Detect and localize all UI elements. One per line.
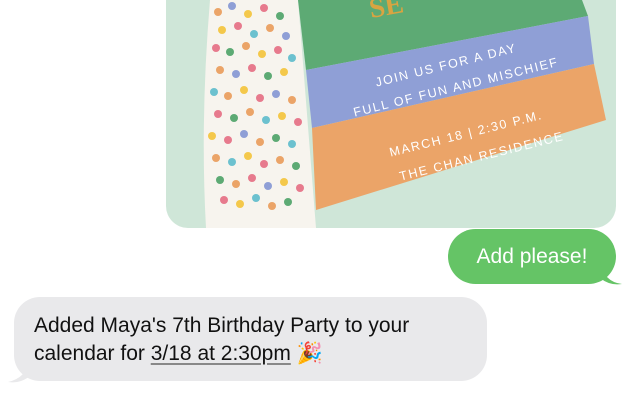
- outgoing-message-bubble[interactable]: Add please!: [448, 229, 616, 284]
- outgoing-message-text: Add please!: [476, 245, 588, 268]
- invitation-text: JOIN US FOR A DAY FULL OF FUN AND MISCHI…: [166, 0, 616, 228]
- date-link[interactable]: 3/18 at 2:30pm: [151, 342, 291, 365]
- outgoing-bubble-tail: [600, 262, 622, 285]
- incoming-bubble-tail: [8, 360, 30, 383]
- party-popper-icon: 🎉: [296, 342, 323, 365]
- invitation-image[interactable]: SE JOIN US FOR A DAY FULL OF FUN AND MIS…: [166, 0, 616, 228]
- incoming-message-bubble[interactable]: Added Maya's 7th Birthday Party to your …: [14, 297, 487, 381]
